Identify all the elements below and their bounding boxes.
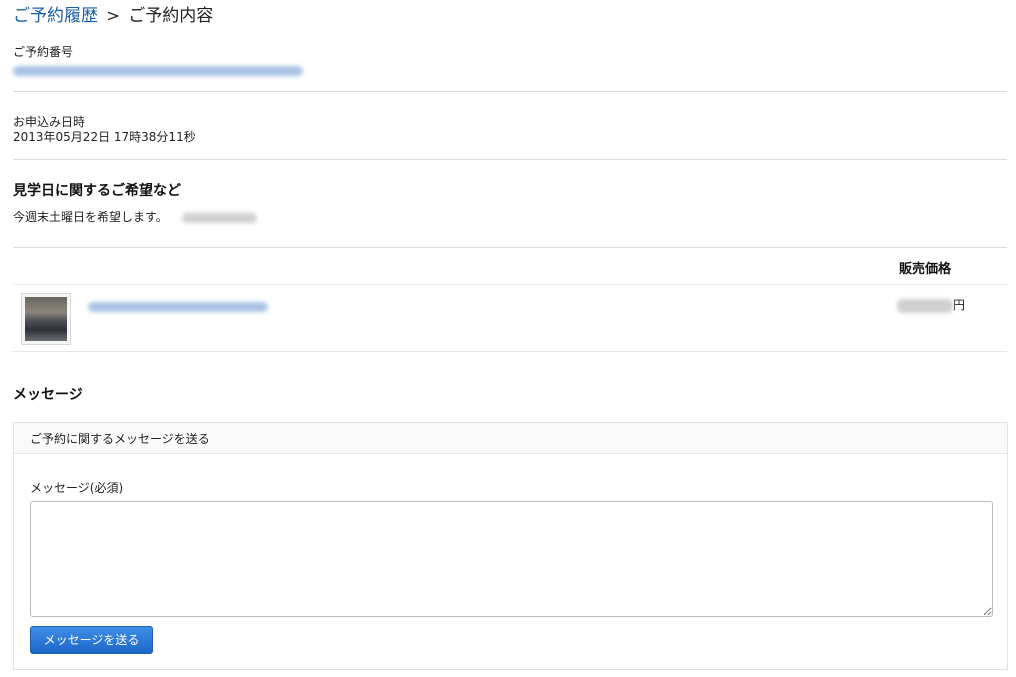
breadcrumb: ご予約履歴 > ご予約内容 (13, 5, 213, 27)
price-column-header: 販売価格 (899, 262, 952, 277)
send-message-button[interactable]: メッセージを送る (30, 626, 153, 654)
redacted-reservation-number (13, 65, 303, 76)
page-title: ご予約内容 (128, 6, 214, 26)
divider (13, 351, 1007, 352)
item-thumbnail[interactable] (21, 293, 71, 345)
item-price: 円 (897, 296, 965, 313)
reservation-number-value (13, 63, 303, 77)
redacted-item-name (88, 301, 268, 312)
breadcrumb-link-reservation-history[interactable]: ご予約履歴 (13, 6, 98, 26)
divider (13, 91, 1007, 92)
message-textarea[interactable] (30, 501, 993, 617)
message-panel-header: ご予約に関するメッセージを送る (14, 423, 1007, 454)
reservation-number-label: ご予約番号 (13, 45, 74, 59)
visit-request-title: 見学日に関するご希望など (13, 183, 181, 199)
item-name-link[interactable] (88, 296, 268, 315)
item-photo (25, 297, 67, 341)
breadcrumb-separator: > (106, 6, 120, 25)
table-header-divider (13, 284, 1007, 285)
redacted-visit-note (181, 212, 257, 223)
applied-datetime-label: お申込み日時 (13, 115, 86, 129)
divider (13, 159, 1007, 160)
message-section-title: メッセージ (13, 387, 83, 403)
divider (13, 247, 1007, 248)
reservation-detail-page: ご予約履歴 > ご予約内容 ご予約番号 お申込み日時 2013年05月22日 1… (0, 0, 1016, 677)
price-currency: 円 (953, 298, 966, 312)
message-field-label: メッセージ(必須) (30, 481, 124, 495)
visit-request-text-visible: 今週末土曜日を希望します。 (13, 210, 168, 224)
redacted-price (897, 298, 953, 313)
message-panel: ご予約に関するメッセージを送る メッセージ(必須) メッセージを送る (13, 422, 1008, 670)
visit-request-text: 今週末土曜日を希望します。 (13, 210, 257, 224)
applied-datetime-value: 2013年05月22日 17時38分11秒 (13, 130, 196, 144)
